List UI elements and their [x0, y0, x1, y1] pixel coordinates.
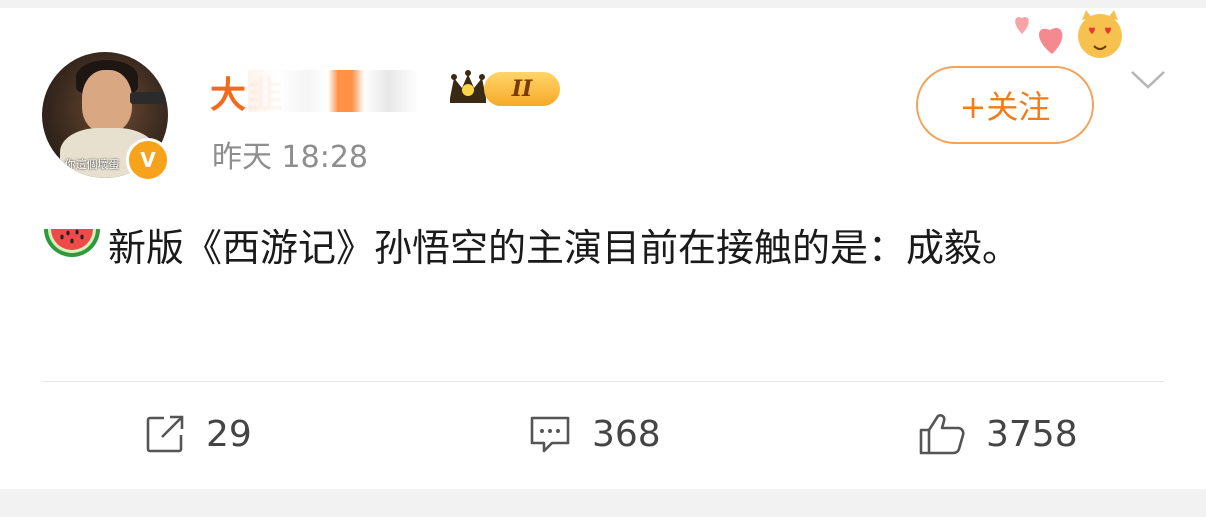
post-text: 新版《西游记》孙悟空的主演目前在接触的是：成毅。 [108, 226, 1021, 270]
redacted-name-overlay [248, 70, 448, 112]
post-timestamp: 昨天 18:28 [212, 140, 368, 175]
vip-badge: II [484, 72, 560, 106]
avatar-caption: 你這個壞蛋 [64, 158, 120, 171]
repost-icon [146, 415, 184, 453]
repost-button[interactable]: 29 [144, 406, 252, 462]
bottom-separator [0, 489, 1206, 517]
follow-button[interactable]: +关注 [916, 66, 1094, 144]
avatar-face [82, 70, 132, 132]
avatar-prop [130, 92, 166, 104]
post-content: 新版《西游记》孙悟空的主演目前在接触的是：成毅。 [42, 214, 1172, 282]
like-button[interactable]: 3758 [918, 406, 1078, 462]
like-count: 3758 [986, 413, 1078, 455]
comment-icon [530, 416, 570, 453]
comment-button[interactable]: 368 [528, 406, 661, 462]
vip-level: II [511, 76, 533, 102]
watermelon-icon [44, 229, 100, 257]
repost-count: 29 [206, 413, 252, 455]
divider [42, 381, 1164, 382]
verified-mark: V [140, 148, 156, 172]
comment-count: 368 [592, 413, 661, 455]
like-icon [919, 414, 965, 455]
sticker-icon [1015, 10, 1122, 58]
chevron-down-icon[interactable] [1130, 70, 1166, 90]
verified-badge: V [126, 138, 170, 182]
